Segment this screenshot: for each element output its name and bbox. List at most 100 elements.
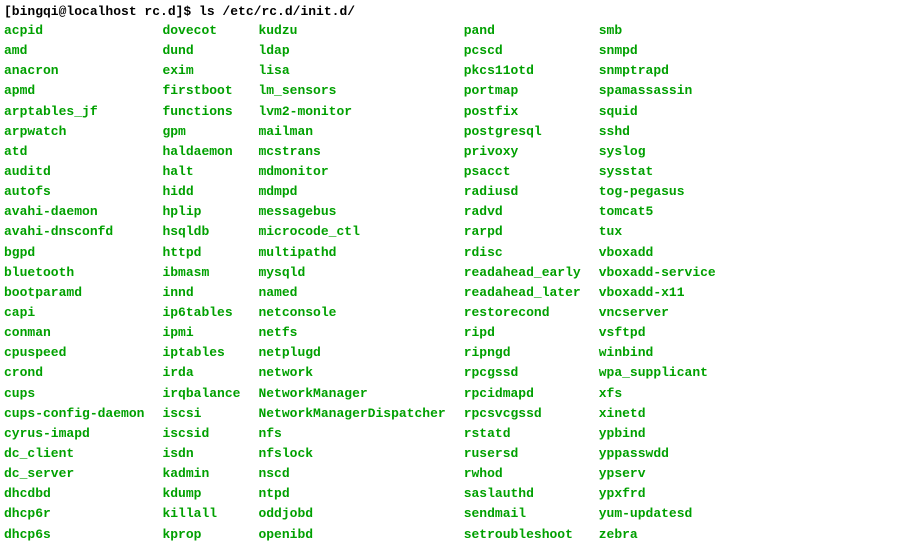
file-entry: killall	[162, 504, 240, 524]
file-entry: rusersd	[464, 444, 581, 464]
file-entry: rstatd	[464, 424, 581, 444]
file-entry: multipathd	[258, 243, 445, 263]
file-entry: hsqldb	[162, 222, 240, 242]
file-entry: rpcsvcgssd	[464, 404, 581, 424]
file-entry: postgresql	[464, 122, 581, 142]
file-entry: syslog	[599, 142, 716, 162]
file-entry: tog-pegasus	[599, 182, 716, 202]
file-entry: xfs	[599, 384, 716, 404]
file-entry: bluetooth	[4, 263, 144, 283]
file-entry: smb	[599, 21, 716, 41]
file-entry: squid	[599, 102, 716, 122]
column-1: dovecotdundeximfirstbootfunctionsgpmhald…	[162, 21, 240, 545]
file-entry: vboxadd-service	[599, 263, 716, 283]
file-entry: capi	[4, 303, 144, 323]
file-entry: winbind	[599, 343, 716, 363]
file-entry: portmap	[464, 81, 581, 101]
file-entry: rpcidmapd	[464, 384, 581, 404]
file-entry: nfslock	[258, 444, 445, 464]
file-entry: postfix	[464, 102, 581, 122]
file-entry: exim	[162, 61, 240, 81]
file-entry: named	[258, 283, 445, 303]
file-entry: netconsole	[258, 303, 445, 323]
file-entry: cups	[4, 384, 144, 404]
file-entry: tux	[599, 222, 716, 242]
file-entry: avahi-dnsconfd	[4, 222, 144, 242]
file-entry: mdmonitor	[258, 162, 445, 182]
file-entry: zebra	[599, 525, 716, 545]
file-entry: microcode_ctl	[258, 222, 445, 242]
file-entry: lm_sensors	[258, 81, 445, 101]
file-entry: ipmi	[162, 323, 240, 343]
directory-listing: acpidamdanacronapmdarptables_jfarpwatch a…	[4, 21, 910, 545]
file-entry: rdisc	[464, 243, 581, 263]
file-entry: acpid	[4, 21, 144, 41]
file-entry: anacron	[4, 61, 144, 81]
file-entry: lvm2-monitor	[258, 102, 445, 122]
file-entry: vboxadd-x11	[599, 283, 716, 303]
file-entry: ypbind	[599, 424, 716, 444]
file-entry: rwhod	[464, 464, 581, 484]
file-entry: readahead_early	[464, 263, 581, 283]
file-entry: vboxadd	[599, 243, 716, 263]
file-entry: mysqld	[258, 263, 445, 283]
file-entry: dhcp6s	[4, 525, 144, 545]
file-entry: arpwatch	[4, 122, 144, 142]
file-entry: ip6tables	[162, 303, 240, 323]
file-entry: ypserv	[599, 464, 716, 484]
file-entry: dhcdbd	[4, 484, 144, 504]
file-entry: lisa	[258, 61, 445, 81]
file-entry: oddjobd	[258, 504, 445, 524]
file-entry: amd	[4, 41, 144, 61]
file-entry: hplip	[162, 202, 240, 222]
file-entry: tomcat5	[599, 202, 716, 222]
file-entry: sendmail	[464, 504, 581, 524]
file-entry: bgpd	[4, 243, 144, 263]
file-entry: kprop	[162, 525, 240, 545]
file-entry: snmpd	[599, 41, 716, 61]
file-entry: nfs	[258, 424, 445, 444]
file-entry: openibd	[258, 525, 445, 545]
column-3: pandpcscdpkcs11otdportmappostfixpostgres…	[464, 21, 581, 545]
file-entry: radiusd	[464, 182, 581, 202]
file-entry: arptables_jf	[4, 102, 144, 122]
file-entry: kudzu	[258, 21, 445, 41]
file-entry: NetworkManager	[258, 384, 445, 404]
file-entry: wpa_supplicant	[599, 363, 716, 383]
file-entry: vsftpd	[599, 323, 716, 343]
file-entry: gpm	[162, 122, 240, 142]
file-entry: pand	[464, 21, 581, 41]
file-entry: vncserver	[599, 303, 716, 323]
file-entry: cyrus-imapd	[4, 424, 144, 444]
file-entry: sysstat	[599, 162, 716, 182]
file-entry: iptables	[162, 343, 240, 363]
file-entry: cups-config-daemon	[4, 404, 144, 424]
file-entry: ripngd	[464, 343, 581, 363]
file-entry: snmptrapd	[599, 61, 716, 81]
file-entry: ldap	[258, 41, 445, 61]
column-4: smbsnmpdsnmptrapdspamassassinsquidsshdsy…	[599, 21, 716, 545]
file-entry: cpuspeed	[4, 343, 144, 363]
file-entry: dund	[162, 41, 240, 61]
file-entry: httpd	[162, 243, 240, 263]
file-entry: messagebus	[258, 202, 445, 222]
file-entry: saslauthd	[464, 484, 581, 504]
file-entry: apmd	[4, 81, 144, 101]
file-entry: netfs	[258, 323, 445, 343]
file-entry: firstboot	[162, 81, 240, 101]
file-entry: isdn	[162, 444, 240, 464]
file-entry: hidd	[162, 182, 240, 202]
file-entry: kadmin	[162, 464, 240, 484]
file-entry: crond	[4, 363, 144, 383]
file-entry: pcscd	[464, 41, 581, 61]
file-entry: innd	[162, 283, 240, 303]
file-entry: dc_server	[4, 464, 144, 484]
file-entry: radvd	[464, 202, 581, 222]
file-entry: kdump	[162, 484, 240, 504]
file-entry: readahead_later	[464, 283, 581, 303]
file-entry: halt	[162, 162, 240, 182]
file-entry: autofs	[4, 182, 144, 202]
file-entry: iscsi	[162, 404, 240, 424]
file-entry: psacct	[464, 162, 581, 182]
file-entry: spamassassin	[599, 81, 716, 101]
